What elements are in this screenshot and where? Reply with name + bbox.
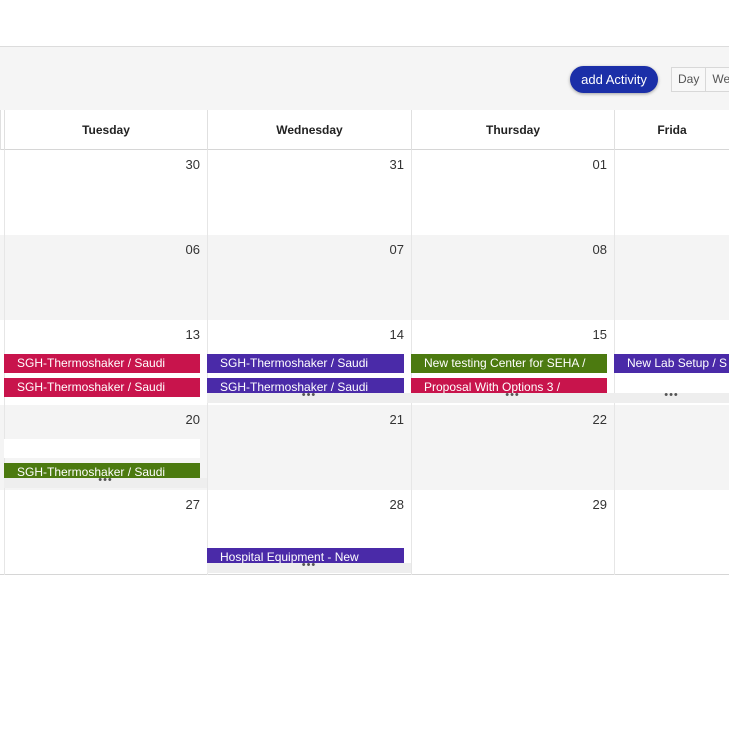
- day-number[interactable]: 01: [593, 157, 607, 172]
- col-header-2: Thursday: [411, 110, 614, 150]
- day-number[interactable]: 07: [390, 242, 404, 257]
- view-week-button[interactable]: We: [706, 67, 729, 92]
- more-events-button[interactable]: •••: [4, 475, 207, 488]
- week-row: 30 31 01: [0, 150, 729, 235]
- day-cell[interactable]: 01: [411, 150, 614, 235]
- more-events-button[interactable]: •••: [207, 560, 411, 573]
- event-item[interactable]: SGH-Thermoshaker / Saudi: [207, 354, 404, 373]
- day-number[interactable]: 29: [593, 497, 607, 512]
- day-number[interactable]: 14: [390, 327, 404, 342]
- day-number[interactable]: 28: [390, 497, 404, 512]
- day-cell[interactable]: 07: [207, 235, 411, 320]
- event-item[interactable]: New Lab Setup / S: [614, 354, 729, 373]
- day-number[interactable]: 30: [186, 157, 200, 172]
- day-number[interactable]: 22: [593, 412, 607, 427]
- col-header-1: Wednesday: [207, 110, 411, 150]
- day-cell[interactable]: [614, 405, 729, 490]
- day-cell[interactable]: 27: [4, 490, 207, 575]
- day-number[interactable]: 08: [593, 242, 607, 257]
- week-row: 13 14 15 SGH-Thermoshaker / Saudi SGH-Thermo…: [0, 320, 729, 405]
- more-events-button[interactable]: •••: [207, 390, 411, 403]
- event-placeholder: [4, 439, 200, 458]
- event-item[interactable]: SGH-Thermoshaker / Saudi: [4, 354, 200, 373]
- view-day-button[interactable]: Day: [671, 67, 707, 92]
- day-cell[interactable]: 31: [207, 150, 411, 235]
- day-number[interactable]: 20: [186, 412, 200, 427]
- day-cell[interactable]: 29: [411, 490, 614, 575]
- day-cell[interactable]: 08: [411, 235, 614, 320]
- week-row: 06 07 08: [0, 235, 729, 320]
- day-number[interactable]: 21: [390, 412, 404, 427]
- day-number[interactable]: 27: [186, 497, 200, 512]
- week-row: 27 28 29 Hospital Equipment - New •••: [0, 490, 729, 575]
- day-cell[interactable]: 06: [4, 235, 207, 320]
- day-number[interactable]: 06: [186, 242, 200, 257]
- calendar-toolbar: add Activity Day We: [0, 46, 729, 110]
- more-events-button[interactable]: •••: [411, 390, 614, 403]
- more-events-button[interactable]: •••: [614, 390, 729, 403]
- day-number[interactable]: 13: [186, 327, 200, 342]
- day-cell[interactable]: 22: [411, 405, 614, 490]
- calendar-app: add Activity Day We Tuesday Wednesday Thur…: [0, 0, 729, 730]
- day-cell[interactable]: [614, 235, 729, 320]
- col-header-3: Frida: [614, 110, 729, 150]
- view-switcher: Day We: [671, 67, 729, 92]
- day-cell[interactable]: 30: [4, 150, 207, 235]
- month-grid: Tuesday Wednesday Thursday Frida 30 31 01 06 07…: [0, 110, 729, 575]
- event-item[interactable]: New testing Center for SEHA /: [411, 354, 607, 373]
- week-row: 20 21 22 SGH-Thermoshaker / Saudi •••: [0, 405, 729, 490]
- event-item[interactable]: SGH-Thermoshaker / Saudi: [4, 378, 200, 397]
- add-activity-button[interactable]: add Activity: [570, 66, 658, 93]
- day-number[interactable]: 15: [593, 327, 607, 342]
- day-cell[interactable]: 21: [207, 405, 411, 490]
- day-cell[interactable]: [614, 490, 729, 575]
- weekday-header: Tuesday Wednesday Thursday Frida: [0, 110, 729, 150]
- day-number[interactable]: 31: [390, 157, 404, 172]
- col-header-0: Tuesday: [4, 110, 207, 150]
- day-cell[interactable]: [614, 150, 729, 235]
